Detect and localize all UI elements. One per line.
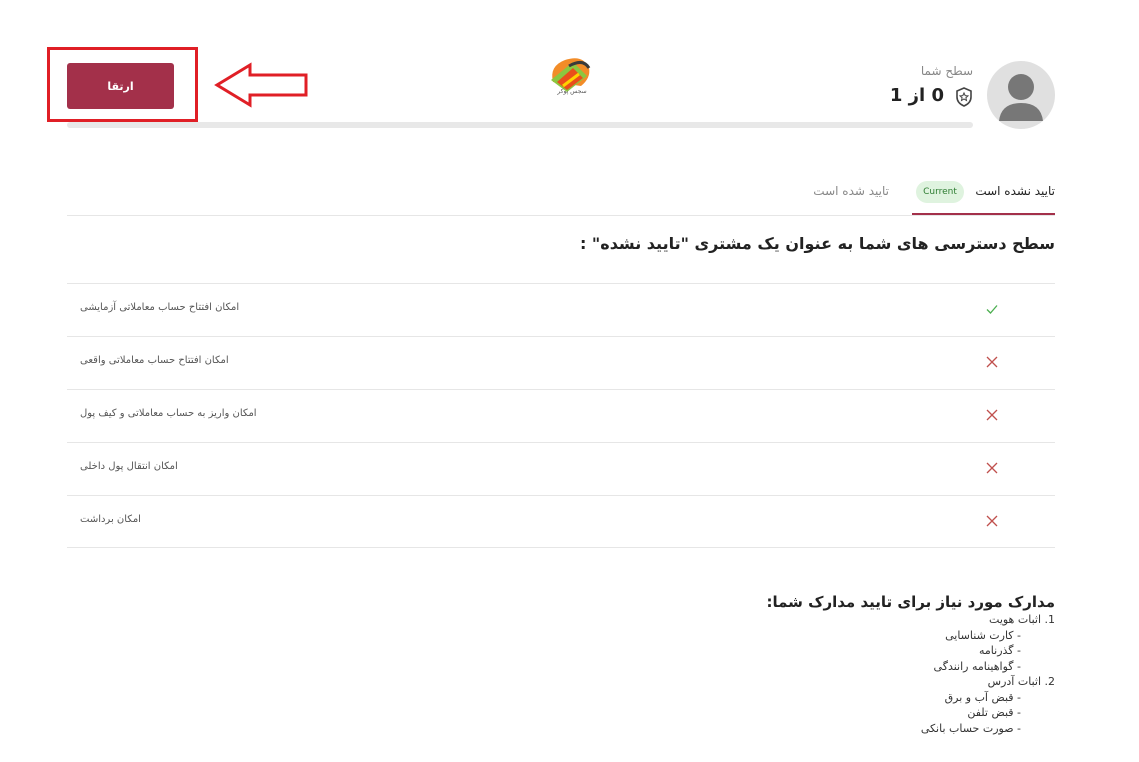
access-row-label: امکان برداشت	[80, 514, 141, 525]
x-icon	[986, 409, 998, 421]
avatar[interactable]	[987, 61, 1055, 129]
access-row: امکان واریز به حساب معاملاتی و کیف پول	[67, 389, 1055, 442]
documents-item: - کارت شناسایی	[945, 628, 1021, 642]
highlight-box	[47, 47, 198, 122]
shield-icon	[956, 87, 972, 107]
x-icon	[986, 462, 998, 474]
documents-item: - گواهینامه رانندگی	[933, 659, 1021, 673]
check-icon	[986, 305, 998, 314]
level-label: سطح شما	[920, 64, 973, 78]
tabs-divider	[67, 215, 1055, 216]
left-arrow-annotation	[214, 62, 308, 108]
tab-unverified[interactable]: تایید نشده است	[975, 184, 1055, 198]
access-row-label: امکان واریز به حساب معاملاتی و کیف پول	[80, 408, 257, 419]
access-row-label: امکان انتقال پول داخلی	[80, 461, 178, 472]
documents-item: - قبض تلفن	[967, 706, 1021, 719]
documents-item: - صورت حساب بانکی	[920, 721, 1021, 735]
tab-verified[interactable]: تایید شده است	[813, 184, 889, 198]
documents-item: - گذرنامه	[979, 644, 1021, 657]
access-row: امکان برداشت	[67, 495, 1055, 548]
access-row: امکان انتقال پول داخلی	[67, 442, 1055, 495]
level-value: 0 از 1	[889, 85, 944, 106]
documents-group-heading: 1. اثبات هویت	[989, 613, 1055, 626]
section-title: سطح دسترسی های شما به عنوان یک مشتری "تا…	[579, 234, 1055, 253]
user-icon	[999, 74, 1043, 121]
level-progress-bar	[67, 122, 973, 128]
logo-text: سجس پوکر	[557, 88, 587, 95]
access-row-label: امکان افتتاح حساب معاملاتی واقعی	[80, 355, 229, 366]
x-icon	[986, 356, 998, 368]
x-icon	[986, 515, 998, 527]
access-list: امکان افتتاح حساب معاملاتی آزمایشی امکان…	[67, 283, 1055, 548]
documents-list: 1. اثبات هویت - کارت شناسایی - گذرنامه -…	[921, 612, 1055, 736]
access-row: امکان افتتاح حساب معاملاتی واقعی	[67, 336, 1055, 389]
current-badge: Current	[916, 181, 964, 203]
documents-group-heading: 2. اثبات آدرس	[987, 675, 1055, 688]
documents-title: مدارک مورد نیاز برای تایید مدارک شما:	[766, 593, 1055, 611]
tab-active-indicator	[912, 213, 1055, 215]
documents-item: - قبض آب و برق	[944, 690, 1021, 704]
access-row: امکان افتتاح حساب معاملاتی آزمایشی	[67, 283, 1055, 336]
access-row-label: امکان افتتاح حساب معاملاتی آزمایشی	[80, 302, 240, 313]
